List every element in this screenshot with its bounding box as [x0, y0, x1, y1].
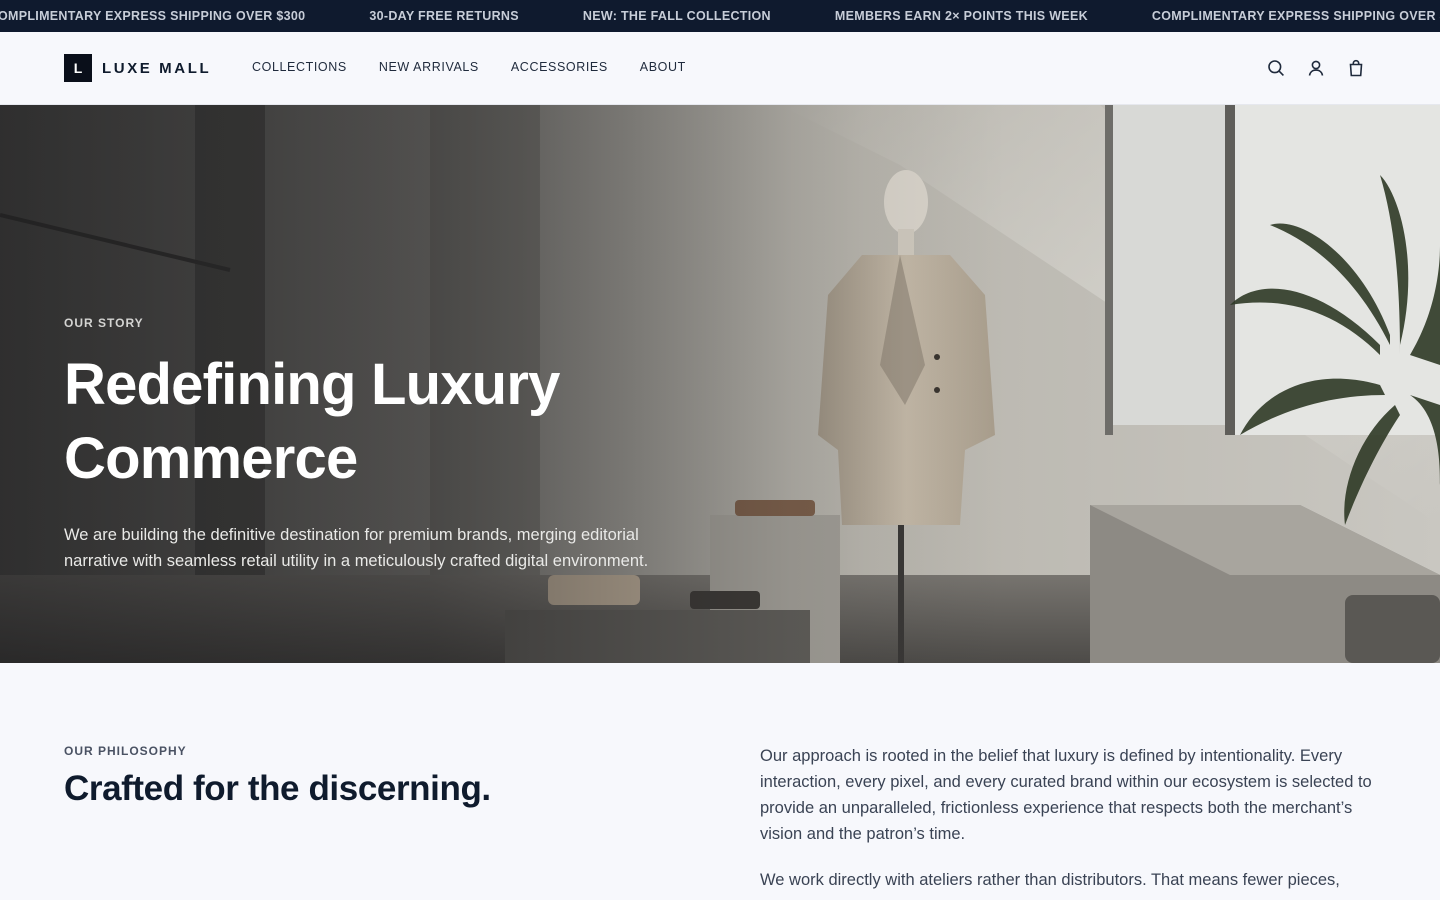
- ticker-item: OMPLIMENTARY EXPRESS SHIPPING OVER $300: [0, 9, 306, 23]
- nav-item-accessories[interactable]: ACCESSORIES: [511, 60, 608, 74]
- shopping-bag-icon[interactable]: [1344, 56, 1368, 80]
- account-icon[interactable]: [1304, 56, 1328, 80]
- ticker-track: OMPLIMENTARY EXPRESS SHIPPING OVER $300 …: [0, 0, 1440, 32]
- philosophy-section: OUR PHILOSOPHY Crafted for the discernin…: [0, 663, 1440, 900]
- logo-mark: L: [64, 54, 92, 82]
- ticker-item: MEMBERS EARN 2× POINTS THIS WEEK: [834, 9, 1088, 23]
- hero-title: Redefining Luxury Commerce: [64, 348, 684, 496]
- hero-title-line: Commerce: [64, 426, 358, 491]
- ticker-item: NEW: THE FALL COLLECTION: [582, 9, 771, 23]
- ticker-item: 30-DAY FREE RETURNS: [369, 9, 519, 23]
- brand-logo[interactable]: L LUXE MALL: [64, 54, 211, 82]
- hero-section: OUR STORY Redefining Luxury Commerce We …: [0, 105, 1440, 663]
- logo-text: LUXE MALL: [102, 59, 212, 77]
- nav-item-new-arrivals[interactable]: NEW ARRIVALS: [379, 60, 479, 74]
- hero-title-line: Redefining Luxury: [64, 352, 560, 417]
- nav-item-about[interactable]: ABOUT: [640, 60, 686, 74]
- header-actions: [1248, 56, 1368, 80]
- ticker-item: COMPLIMENTARY EXPRESS SHIPPING OVER $300: [1151, 9, 1440, 23]
- philosophy-title: Crafted for the discerning.: [64, 769, 491, 808]
- announcement-bar: OMPLIMENTARY EXPRESS SHIPPING OVER $300 …: [0, 0, 1440, 32]
- philosophy-paragraph: Our approach is rooted in the belief tha…: [760, 747, 1372, 843]
- philosophy-body: Our approach is rooted in the belief tha…: [760, 743, 1376, 900]
- hero-eyebrow: OUR STORY: [64, 316, 144, 330]
- main-nav: COLLECTIONS NEW ARRIVALS ACCESSORIES ABO…: [252, 60, 718, 74]
- nav-item-collections[interactable]: COLLECTIONS: [252, 60, 347, 74]
- search-icon[interactable]: [1264, 56, 1288, 80]
- philosophy-paragraph: We work directly with ateliers rather th…: [760, 871, 1340, 889]
- hero-description: We are building the definitive destinati…: [64, 526, 649, 570]
- philosophy-eyebrow: OUR PHILOSOPHY: [64, 744, 187, 758]
- site-header: L LUXE MALL COLLECTIONS NEW ARRIVALS ACC…: [0, 32, 1440, 105]
